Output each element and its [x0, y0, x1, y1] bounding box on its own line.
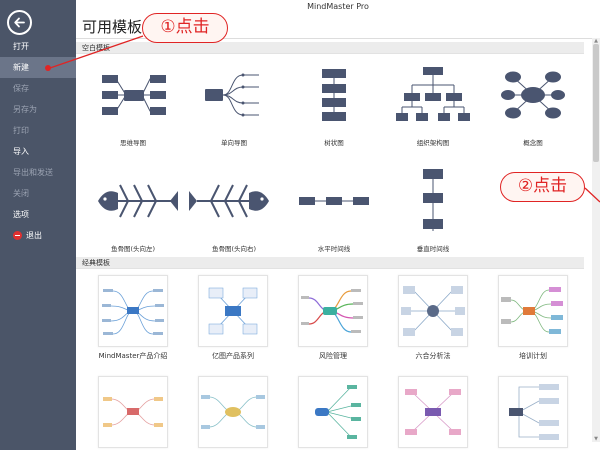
template-preview-icon — [315, 385, 361, 439]
menu-item-label: 另存为 — [13, 105, 37, 114]
template-label: 概念图 — [523, 139, 543, 147]
menu-item-print[interactable]: 打印 — [0, 120, 76, 141]
template-vertical-timeline[interactable]: 垂直时间线 — [388, 163, 478, 253]
template-mindmap[interactable]: 思维导图 — [88, 57, 178, 147]
menu-item-exit[interactable]: 退出 — [0, 225, 76, 246]
classic-template-8[interactable] — [293, 376, 373, 450]
menu-item-options[interactable]: 选项 — [0, 204, 76, 225]
template-concept-map[interactable]: 概念图 — [488, 57, 578, 147]
template-label: 鱼骨图(头向右) — [211, 245, 257, 253]
menu-item-close[interactable]: 关闭 — [0, 183, 76, 204]
classic-template-10[interactable] — [493, 376, 573, 450]
app-window: 打开 新建 保存 另存为 打印 导入 导出和发送 关闭 选项 退出 MindMa… — [0, 0, 600, 450]
template-label: 培训计划 — [519, 352, 547, 360]
template-label: 思维导图 — [120, 139, 146, 147]
classic-template-9[interactable] — [393, 376, 473, 450]
template-preview-icon — [501, 287, 563, 334]
exit-icon — [13, 231, 22, 240]
template-right-map[interactable]: 单向导图 — [189, 57, 279, 147]
template-preview-icon — [405, 389, 461, 435]
vertical-timeline-diagram-icon — [423, 169, 443, 231]
menu-item-save-as[interactable]: 另存为 — [0, 99, 76, 120]
template-label: 垂直时间线 — [416, 245, 450, 253]
menu-item-export-send[interactable]: 导出和发送 — [0, 162, 76, 183]
menu-item-label: 新建 — [13, 63, 29, 72]
menu-item-open[interactable]: 打开 — [0, 36, 76, 57]
template-fishbone-right[interactable]: 鱼骨图(头向右) — [189, 163, 279, 253]
menu-item-label: 打印 — [13, 126, 29, 135]
horizontal-timeline-diagram-icon — [299, 197, 369, 205]
menu-item-save[interactable]: 保存 — [0, 78, 76, 99]
file-menu: 打开 新建 保存 另存为 打印 导入 导出和发送 关闭 选项 退出 — [0, 36, 76, 246]
template-org-chart[interactable]: 组织架构图 — [388, 57, 478, 147]
callout-step-1: ①点击 — [142, 13, 228, 43]
template-preview-icon — [201, 395, 265, 429]
template-preview-icon — [301, 289, 363, 333]
template-label: 六合分析法 — [415, 352, 451, 360]
tree-diagram-icon — [322, 69, 346, 121]
vertical-scrollbar[interactable]: ▲ ▼ — [592, 38, 600, 442]
template-preview-icon — [103, 397, 163, 427]
menu-item-label: 退出 — [26, 231, 42, 240]
template-preview-icon — [208, 287, 258, 335]
template-preview-icon — [509, 384, 559, 440]
menu-item-label: 打开 — [13, 42, 29, 51]
scroll-down-icon[interactable]: ▼ — [592, 436, 600, 442]
template-label: 树状图 — [324, 139, 344, 147]
template-label: 亿图产品系列 — [212, 352, 254, 360]
template-label: 鱼骨图(头向左) — [110, 245, 156, 253]
scrollbar-thumb[interactable] — [593, 44, 599, 162]
classic-template-edraw-products[interactable]: 亿图产品系列 — [193, 275, 273, 361]
menu-item-label: 保存 — [13, 84, 29, 93]
menu-item-label: 选项 — [13, 210, 29, 219]
menu-item-label: 导出和发送 — [13, 168, 53, 177]
template-label: 单向导图 — [221, 139, 247, 147]
callout-step-2: ②点击 — [500, 172, 585, 202]
right-map-diagram-icon — [205, 73, 259, 117]
template-horizontal-timeline[interactable]: 水平时间线 — [289, 163, 379, 253]
template-gallery: 空白模板 思维导图 单向导图 树状图 组织架构图 概念图 鱼骨图(头向左) 鱼骨… — [76, 38, 592, 450]
template-label: 组织架构图 — [416, 139, 450, 147]
mindmap-diagram-icon — [102, 75, 166, 115]
menu-item-new[interactable]: 新建 — [0, 57, 76, 78]
concept-map-diagram-icon — [501, 71, 565, 119]
page-title: 可用模板 — [82, 18, 143, 36]
section-header-blank: 空白模板 — [76, 42, 584, 54]
back-arrow-icon — [14, 17, 25, 28]
classic-template-7[interactable] — [193, 376, 273, 450]
template-fishbone-left[interactable]: 鱼骨图(头向左) — [88, 163, 178, 253]
fishbone-right-diagram-icon — [189, 184, 269, 218]
sidebar: 打开 新建 保存 另存为 打印 导入 导出和发送 关闭 选项 退出 — [0, 0, 76, 450]
classic-template-6[interactable] — [93, 376, 173, 450]
template-tree[interactable]: 树状图 — [289, 57, 379, 147]
classic-template-mindmaster-intro[interactable]: MindMaster产品介绍 — [93, 275, 173, 361]
menu-item-label: 导入 — [13, 147, 29, 156]
template-label: MindMaster产品介绍 — [98, 352, 168, 360]
section-header-classic: 经典模板 — [76, 257, 584, 269]
menu-item-label: 关闭 — [13, 189, 29, 198]
classic-template-training-plan[interactable]: 培训计划 — [493, 275, 573, 361]
classic-template-risk-management[interactable]: 风险管理 — [293, 275, 373, 361]
template-label: 风险管理 — [319, 352, 347, 360]
back-button[interactable] — [7, 10, 32, 35]
template-label: 水平时间线 — [317, 245, 351, 253]
template-preview-icon — [401, 286, 465, 336]
template-preview-icon — [102, 289, 164, 335]
window-title: MindMaster Pro — [307, 2, 369, 11]
menu-item-import[interactable]: 导入 — [0, 141, 76, 162]
fishbone-left-diagram-icon — [98, 184, 178, 218]
org-chart-diagram-icon — [396, 67, 470, 121]
classic-template-six-analysis[interactable]: 六合分析法 — [393, 275, 473, 361]
